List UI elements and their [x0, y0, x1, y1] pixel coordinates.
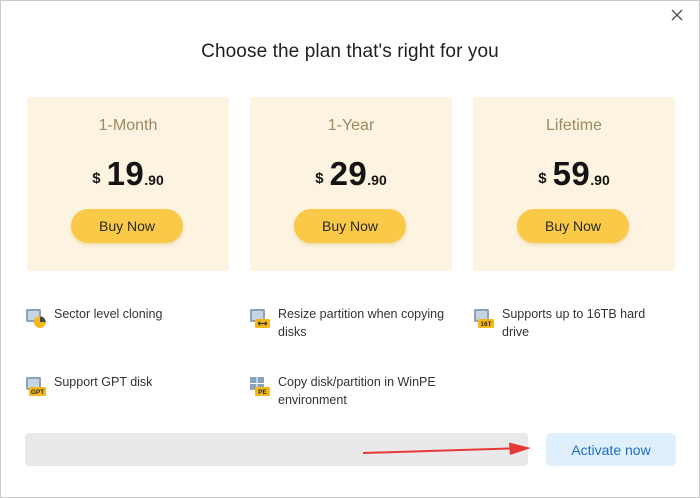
- gpt-disk-icon: GPT: [26, 377, 46, 396]
- feature-16tb-support: 16T Supports up to 16TB hard drive: [473, 305, 673, 341]
- svg-text:PE: PE: [258, 389, 267, 396]
- plan-card-1-month: 1-Month $19.90 Buy Now: [27, 97, 229, 271]
- feature-resize-partition: Resize partition when copying disks: [249, 305, 449, 341]
- dialog-title: Choose the plan that's right for you: [201, 41, 499, 62]
- feature-winpe: PE Copy disk/partition in WinPE environm…: [249, 373, 449, 409]
- currency-symbol: $: [538, 170, 547, 187]
- feature-gpt-disk: GPT Support GPT disk: [25, 373, 225, 396]
- plan-name: 1-Month: [98, 117, 158, 134]
- close-icon[interactable]: [669, 7, 685, 23]
- currency-symbol: $: [315, 170, 324, 187]
- feature-label: Resize partition when copying disks: [278, 307, 445, 339]
- svg-text:16T: 16T: [480, 321, 491, 328]
- price-decimal: .90: [367, 172, 387, 188]
- sector-clone-icon: [26, 309, 46, 328]
- plan-price: $29.90: [250, 155, 452, 193]
- price-decimal: .90: [590, 172, 610, 188]
- plan-name: 1-Year: [327, 117, 375, 134]
- feature-label: Supports up to 16TB hard drive: [502, 307, 646, 339]
- winpe-icon: PE: [250, 377, 270, 396]
- plan-dialog: Choose the plan that's right for you 1-M…: [0, 0, 700, 498]
- svg-text:GPT: GPT: [31, 389, 44, 396]
- feature-sector-cloning: Sector level cloning: [25, 305, 225, 328]
- price-main: 19: [106, 155, 145, 192]
- plans-row: 1-Month $19.90 Buy Now 1-Year $29.90 Buy…: [27, 97, 675, 271]
- buy-now-button-1-month[interactable]: Buy Now: [71, 209, 183, 243]
- price-main: 59: [552, 155, 591, 192]
- 16tb-disk-icon: 16T: [474, 309, 494, 328]
- plan-price: $59.90: [473, 155, 675, 193]
- currency-symbol: $: [92, 170, 101, 187]
- red-arrow-annotation: [362, 442, 531, 455]
- price-decimal: .90: [144, 172, 164, 188]
- plan-card-1-year: 1-Year $29.90 Buy Now: [250, 97, 452, 271]
- buy-now-button-1-year[interactable]: Buy Now: [294, 209, 406, 243]
- resize-partition-icon: [250, 309, 270, 328]
- feature-label: Copy disk/partition in WinPE environment: [278, 375, 436, 407]
- plan-price: $19.90: [27, 155, 229, 193]
- feature-label: Support GPT disk: [54, 375, 153, 389]
- feature-label: Sector level cloning: [54, 307, 163, 321]
- activate-now-button[interactable]: Activate now: [546, 433, 676, 466]
- plan-card-lifetime: Lifetime $59.90 Buy Now: [473, 97, 675, 271]
- plan-name: Lifetime: [545, 117, 603, 134]
- price-main: 29: [329, 155, 368, 192]
- buy-now-button-lifetime[interactable]: Buy Now: [517, 209, 629, 243]
